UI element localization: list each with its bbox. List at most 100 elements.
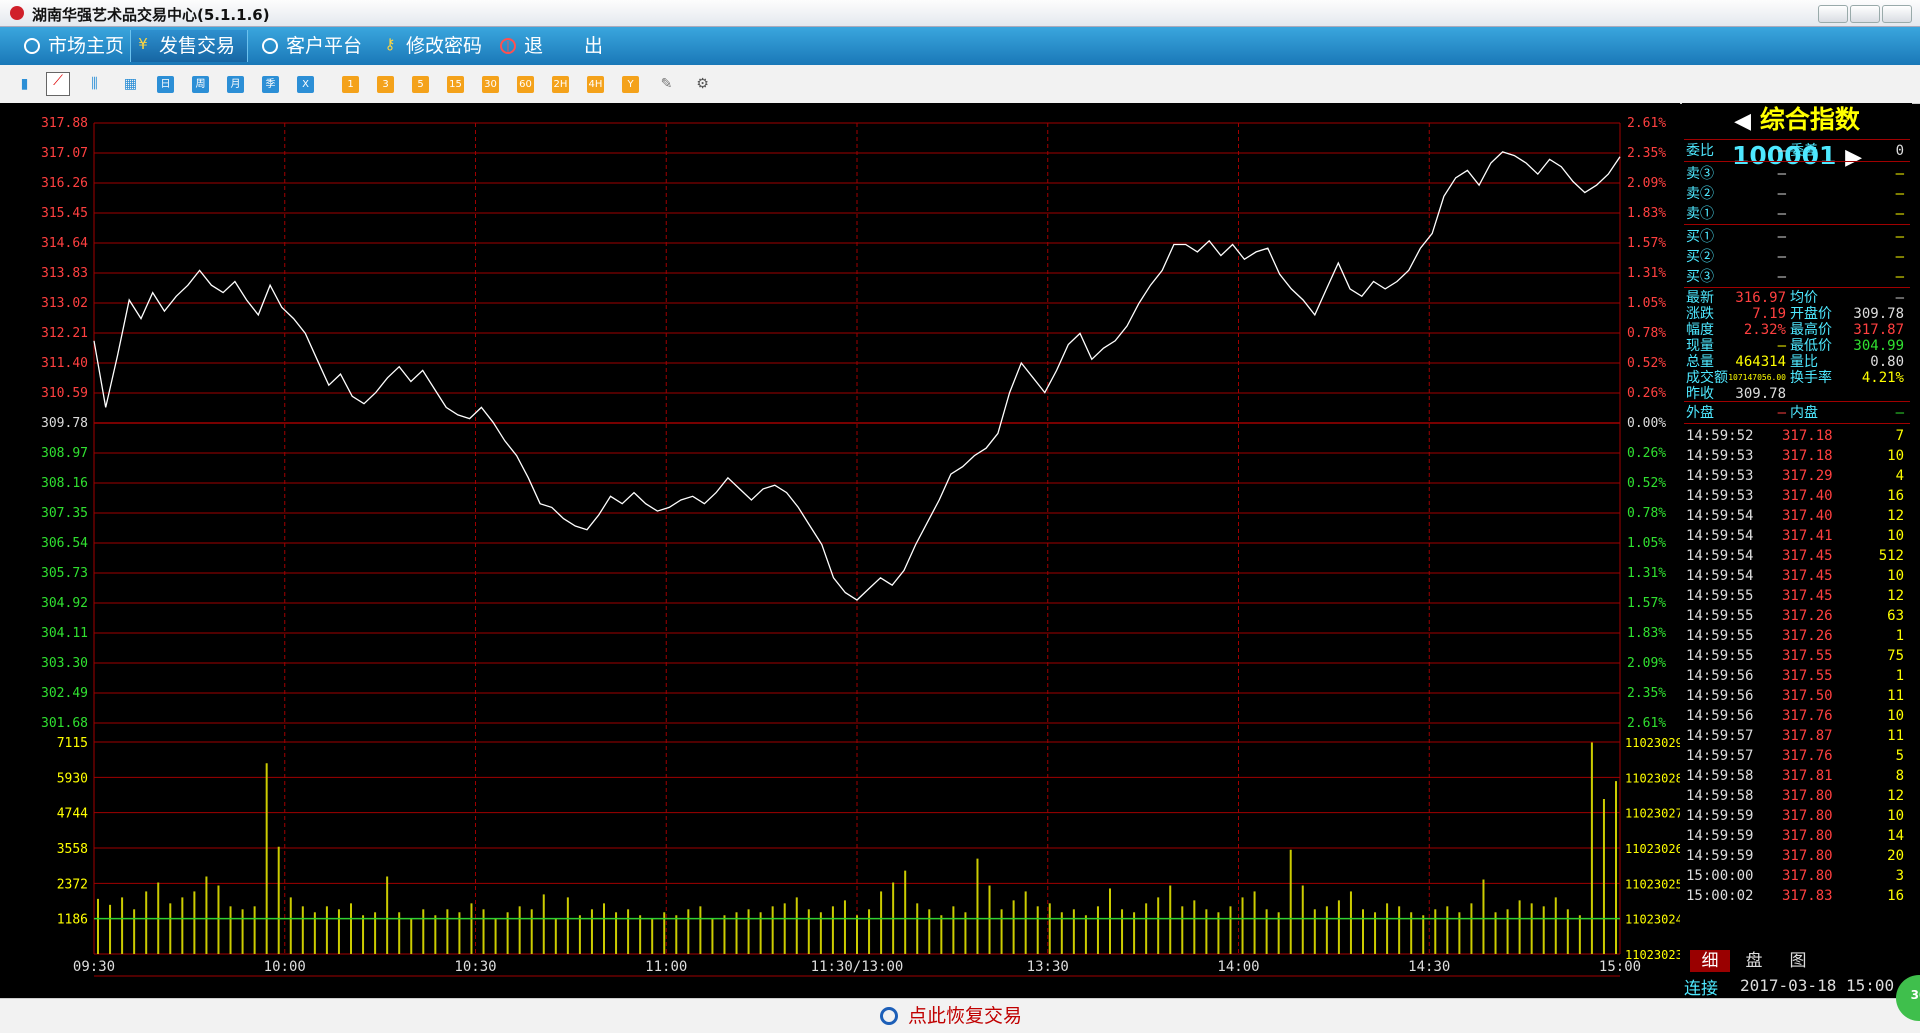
minute-3-button[interactable]: 3 (377, 76, 394, 93)
connection-status: 连接 (1684, 979, 1718, 999)
tick-price: 317.76 (1782, 708, 1833, 724)
tick-row: 14:59:56 317.55 1 (1686, 666, 1906, 686)
minute-1-button[interactable]: 1 (342, 76, 359, 93)
percent-tick-label: 2.35% (1627, 146, 1666, 161)
price-tick-label: 306.54 (41, 536, 88, 551)
tick-volume: 14 (1887, 828, 1904, 844)
ask-label: 卖③ (1686, 166, 1714, 182)
percent-tick-label: 0.78% (1627, 506, 1666, 521)
price-tick-label: 303.30 (41, 656, 88, 671)
minute-15-button[interactable]: 15 (447, 76, 464, 93)
stat-value-2: 0.80 (1870, 354, 1904, 370)
menu-change-password[interactable]: ⚷ 修改密码 (378, 30, 490, 62)
key-icon: ⚷ (384, 35, 396, 53)
tick-time: 14:59:56 (1686, 688, 1754, 704)
tab-chart[interactable]: 图 (1778, 950, 1818, 972)
tick-volume: 11 (1887, 728, 1904, 744)
tick-time: 14:59:59 (1686, 808, 1754, 824)
stat-label: 涨跌 (1686, 306, 1714, 322)
tick-time: 14:59:59 (1686, 848, 1754, 864)
menu-logout-2[interactable]: 出 (556, 30, 606, 62)
tick-row: 14:59:54 317.41 10 (1686, 526, 1906, 546)
tick-price: 317.80 (1782, 788, 1833, 804)
period-day-button[interactable]: 日 (157, 76, 174, 93)
tick-time: 15:00:02 (1686, 888, 1754, 904)
period-x-button[interactable]: X (297, 76, 314, 93)
settings-gear-icon[interactable]: ⚙ (694, 76, 711, 93)
hour-2-button[interactable]: 2H (552, 76, 569, 93)
tick-price: 317.41 (1782, 528, 1833, 544)
year-button[interactable]: Y (622, 76, 639, 93)
percent-tick-label: 1.05% (1627, 536, 1666, 551)
ask-price: — (1777, 186, 1786, 202)
stat-label-2: 均价 (1790, 290, 1818, 306)
quote-panel: ◀ 综合指数100001 ▶ 委比 — 委差 0 卖③ — — 卖② — — 卖① — — 买①… (1682, 103, 1912, 999)
time-label: 11:00 (645, 959, 687, 975)
ask-volume: — (1895, 186, 1904, 202)
power-icon: | (500, 38, 516, 54)
maximize-button[interactable] (1850, 5, 1880, 23)
percent-tick-label: 1.83% (1627, 206, 1666, 221)
prev-arrow-icon[interactable]: ◀ (1734, 109, 1751, 134)
price-tick-label: 312.21 (41, 326, 88, 341)
menu-logout[interactable]: | 退 (496, 30, 556, 62)
period-week-button[interactable]: 周 (192, 76, 209, 93)
stat-value-2: 304.99 (1853, 338, 1904, 354)
tick-row: 14:59:59 317.80 20 (1686, 846, 1906, 866)
spiral-logo-icon (880, 1007, 898, 1025)
tick-volume: 16 (1887, 888, 1904, 904)
tab-detail[interactable]: 细 (1690, 950, 1730, 972)
tick-time: 14:59:57 (1686, 748, 1754, 764)
minute-30-button[interactable]: 30 (482, 76, 499, 93)
chart-background (0, 103, 1680, 998)
app-logo-icon (10, 6, 24, 20)
percent-tick-label: 2.61% (1627, 716, 1666, 731)
restore-trade-link[interactable]: 点此恢复交易 (880, 1004, 1022, 1028)
tick-volume: 7 (1895, 428, 1904, 444)
tick-price: 317.40 (1782, 508, 1833, 524)
minute-5-button[interactable]: 5 (412, 76, 429, 93)
tick-time: 14:59:56 (1686, 708, 1754, 724)
time-label: 11:30/13:00 (811, 959, 904, 975)
tab-board[interactable]: 盘 (1734, 950, 1774, 972)
stat-label-2: 最低价 (1790, 338, 1832, 354)
menu-market-home[interactable]: 市场主页 (20, 30, 126, 62)
tick-time: 14:59:55 (1686, 608, 1754, 624)
tick-time: 14:59:55 (1686, 628, 1754, 644)
stat-value: 464314 (1735, 354, 1786, 370)
minimize-button[interactable] (1818, 5, 1848, 23)
percent-tick-label: 1.05% (1627, 296, 1666, 311)
tick-price: 317.29 (1782, 468, 1833, 484)
draw-tool-icon[interactable]: ✎ (658, 76, 675, 93)
percent-tick-label: 1.57% (1627, 236, 1666, 251)
stat-label: 幅度 (1686, 322, 1714, 338)
globe-icon (24, 38, 40, 54)
tick-price: 317.55 (1782, 668, 1833, 684)
tick-row: 14:59:53 317.18 10 (1686, 446, 1906, 466)
minute-60-button[interactable]: 60 (517, 76, 534, 93)
window-title: 湖南华强艺术品交易中心(5.1.1.6) (32, 6, 270, 24)
ask-row: 卖③ — — (1686, 164, 1906, 184)
stat-value: 316.97 (1735, 290, 1786, 306)
line-chart-icon[interactable]: ⟋ (46, 72, 70, 96)
period-month-button[interactable]: 月 (227, 76, 244, 93)
close-button[interactable] (1882, 5, 1912, 23)
datetime-display: 2017-03-18 15:00 (1740, 976, 1895, 995)
volume-tick-label: 4744 (57, 807, 88, 822)
candlestick-icon[interactable]: ⫼ (86, 76, 103, 93)
menu-client-platform[interactable]: 客户平台 (258, 30, 370, 62)
tick-price: 317.45 (1782, 588, 1833, 604)
volume-tick-label: 5930 (57, 771, 88, 786)
percent-tick-label: 2.61% (1627, 116, 1666, 131)
calendar-icon[interactable]: ▦ (122, 76, 139, 93)
ask-price: — (1777, 206, 1786, 222)
bar-chart-icon[interactable]: ▮ (16, 76, 33, 93)
tick-volume: 8 (1895, 768, 1904, 784)
percent-tick-label: 1.57% (1627, 596, 1666, 611)
period-season-button[interactable]: 季 (262, 76, 279, 93)
tick-row: 14:59:56 317.76 10 (1686, 706, 1906, 726)
hour-4-button[interactable]: 4H (587, 76, 604, 93)
menu-issue-trade[interactable]: ¥ 发售交易 (130, 30, 248, 62)
tick-price: 317.50 (1782, 688, 1833, 704)
price-tick-label: 317.07 (41, 146, 88, 161)
